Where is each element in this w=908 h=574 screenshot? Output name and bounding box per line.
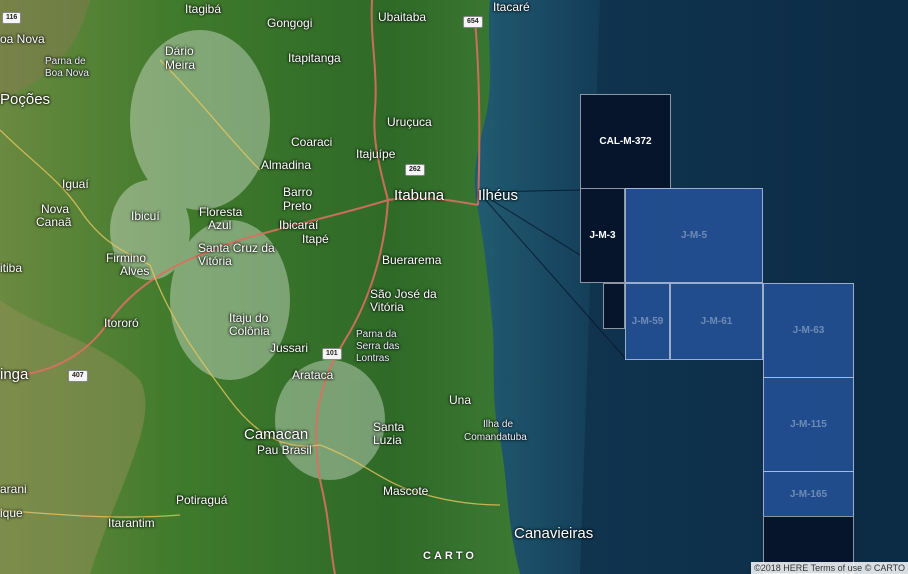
offshore-block[interactable]: J-M-61 bbox=[670, 283, 763, 360]
highway-shield: 116 bbox=[2, 12, 22, 24]
offshore-block[interactable]: J-M-115 bbox=[763, 377, 854, 472]
place-label: ique bbox=[0, 506, 23, 520]
place-label: Iguaí bbox=[62, 177, 89, 191]
carto-attribution-link[interactable]: © CARTO bbox=[865, 563, 905, 573]
place-label: Mascote bbox=[383, 484, 429, 498]
place-label: Colônia bbox=[229, 324, 270, 338]
carto-logo: CARTO bbox=[423, 550, 477, 562]
place-label: Itajuípe bbox=[356, 147, 396, 161]
terms-of-use-link[interactable]: Terms of use bbox=[811, 563, 863, 573]
place-label: inga bbox=[0, 366, 29, 383]
highway-shield: 101 bbox=[322, 348, 342, 360]
offshore-block[interactable]: J-M-63 bbox=[763, 283, 854, 378]
place-label: Jussari bbox=[270, 341, 309, 355]
place-label: Vitória bbox=[370, 300, 404, 314]
offshore-block[interactable]: J-M-59 bbox=[625, 283, 670, 360]
place-label: Lontras bbox=[356, 353, 390, 364]
place-label: Ilha de bbox=[483, 419, 514, 430]
offshore-block[interactable]: J-M-5 bbox=[625, 188, 763, 283]
place-label: Parna da bbox=[356, 329, 397, 340]
place-label: Gongogi bbox=[267, 16, 313, 30]
place-label: Camacan bbox=[244, 426, 309, 443]
block-label: J-M-61 bbox=[700, 316, 733, 327]
place-label: Arataca bbox=[292, 368, 334, 382]
attribution-copyright: ©2018 HERE bbox=[754, 563, 809, 573]
offshore-block[interactable] bbox=[603, 283, 625, 329]
block-label: J-M-63 bbox=[792, 325, 825, 336]
place-label: Itapé bbox=[302, 232, 329, 246]
place-label: Pau Brasil bbox=[257, 443, 312, 457]
place-label: oa Nova bbox=[0, 32, 45, 46]
map-canvas[interactable]: Itagibá Gongogi Ubaitaba Itacaré oa Nova Dári… bbox=[0, 0, 908, 574]
place-label: Boa Nova bbox=[45, 68, 89, 79]
block-label: J-M-3 bbox=[589, 230, 616, 241]
place-label: Dário bbox=[165, 44, 194, 58]
place-label: Alves bbox=[120, 264, 150, 278]
place-label: Meira bbox=[165, 58, 196, 72]
place-label: Comandatuba bbox=[464, 432, 527, 443]
place-label: Ubaitaba bbox=[378, 10, 427, 24]
map-attribution: ©2018 HERE Terms of use © CARTO bbox=[751, 562, 908, 574]
place-label: Itacaré bbox=[493, 0, 530, 14]
place-label: Parna de bbox=[45, 56, 86, 67]
place-label: Itabuna bbox=[394, 187, 445, 204]
place-label: Ilhéus bbox=[478, 187, 519, 204]
highway-shield: 654 bbox=[463, 16, 483, 28]
place-label: Una bbox=[449, 393, 472, 407]
place-label: Potiraguá bbox=[176, 493, 228, 507]
place-label: Luzia bbox=[373, 433, 402, 447]
block-label: CAL-M-372 bbox=[599, 136, 652, 147]
place-label: Almadina bbox=[261, 158, 312, 172]
place-label: Uruçuca bbox=[387, 115, 432, 129]
place-label: Itagibá bbox=[185, 2, 222, 16]
place-label: Barro bbox=[283, 185, 313, 199]
offshore-block[interactable]: J-M-3 bbox=[580, 188, 625, 283]
place-label: Itororó bbox=[104, 316, 139, 330]
block-label: J-M-165 bbox=[789, 488, 828, 500]
highway-shield: 407 bbox=[68, 370, 88, 382]
place-label: Ibicuí bbox=[131, 209, 160, 223]
place-label: Canavieiras bbox=[514, 525, 594, 542]
offshore-block[interactable]: CAL-M-372 bbox=[580, 94, 671, 189]
place-label: Vitória bbox=[198, 254, 232, 268]
place-label: Coaraci bbox=[291, 135, 333, 149]
offshore-block[interactable]: J-M-165 bbox=[763, 471, 854, 517]
place-label: Ibicaraí bbox=[279, 218, 319, 232]
place-label: itiba bbox=[0, 261, 23, 275]
block-label: J-M-5 bbox=[680, 230, 708, 241]
place-label: Azul bbox=[208, 218, 232, 232]
place-label: Canaã bbox=[36, 215, 72, 229]
block-label: J-M-59 bbox=[631, 316, 664, 327]
highway-shield: 262 bbox=[405, 164, 425, 176]
place-label: Itapitanga bbox=[288, 51, 341, 65]
place-label: Preto bbox=[283, 199, 312, 213]
place-label: Buerarema bbox=[382, 253, 442, 267]
place-label: Poções bbox=[0, 91, 51, 108]
place-label: Itarantim bbox=[108, 516, 155, 530]
block-label: J-M-115 bbox=[790, 419, 827, 430]
place-label: Serra das bbox=[356, 341, 400, 352]
place-label: arani bbox=[0, 482, 27, 496]
